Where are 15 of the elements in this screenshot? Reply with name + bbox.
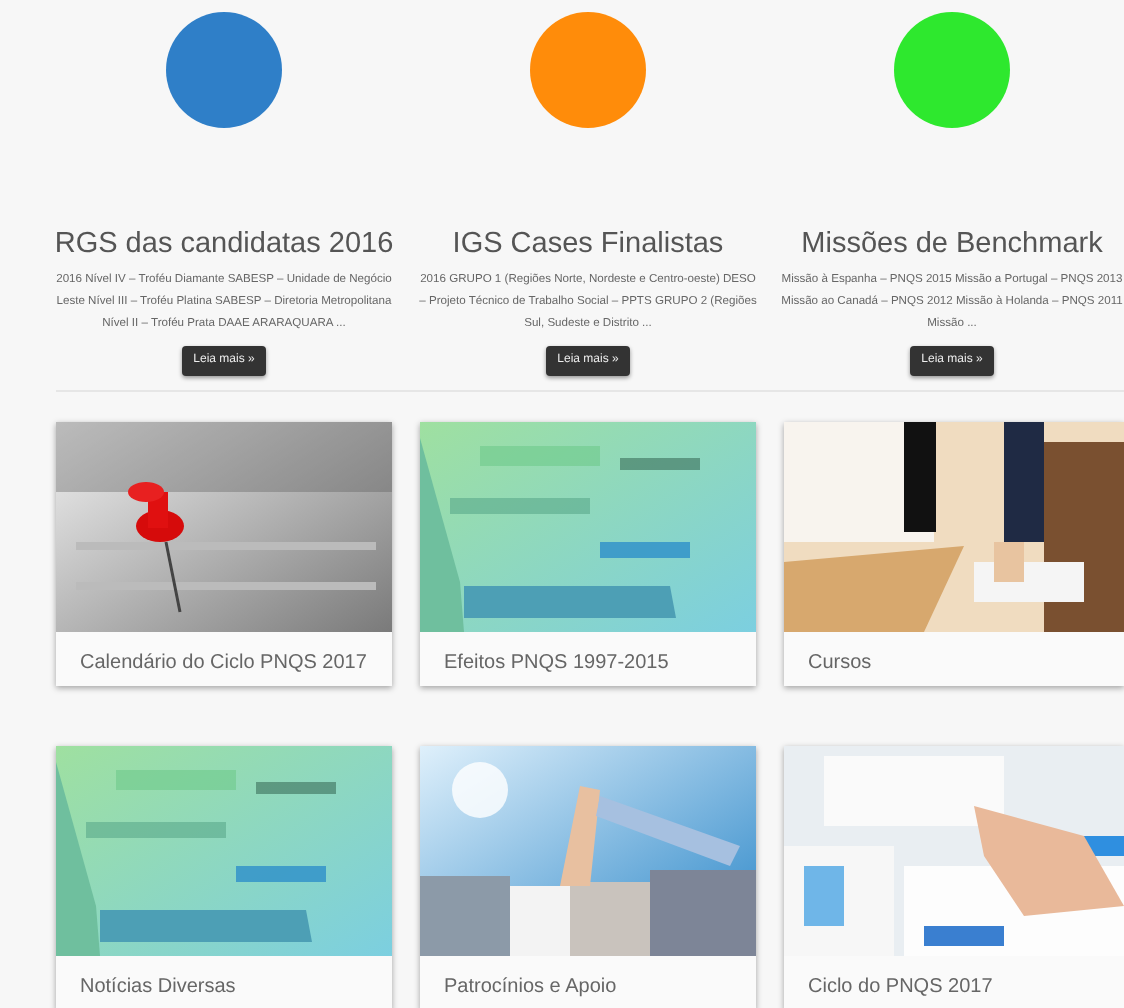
card[interactable]: Calendário do Ciclo PNQS 2017 [56,422,392,686]
feature-title: IGS Cases Finalistas [452,226,724,264]
card-caption: Calendário do Ciclo PNQS 2017 [78,650,369,678]
card-caption: Ciclo do PNQS 2017 [806,974,995,1002]
card-caption: Patrocínios e Apoio [442,974,619,1002]
card[interactable]: Ciclo do PNQS 2017 [784,746,1124,1008]
card-caption: Cursos [806,650,874,678]
card-caption: Notícias Diversas [78,974,238,1002]
card-caption: Efeitos PNQS 1997-2015 [442,650,671,678]
card[interactable]: Cursos [784,422,1124,686]
card[interactable]: Notícias Diversas [56,746,392,1008]
card[interactable]: Efeitos PNQS 1997-2015 [420,422,756,686]
feature-title: Missões de Benchmark [801,226,1103,264]
card[interactable]: Patrocínios e Apoio [420,746,756,1008]
feature-title: RGS das candidatas 2016 [54,226,394,264]
